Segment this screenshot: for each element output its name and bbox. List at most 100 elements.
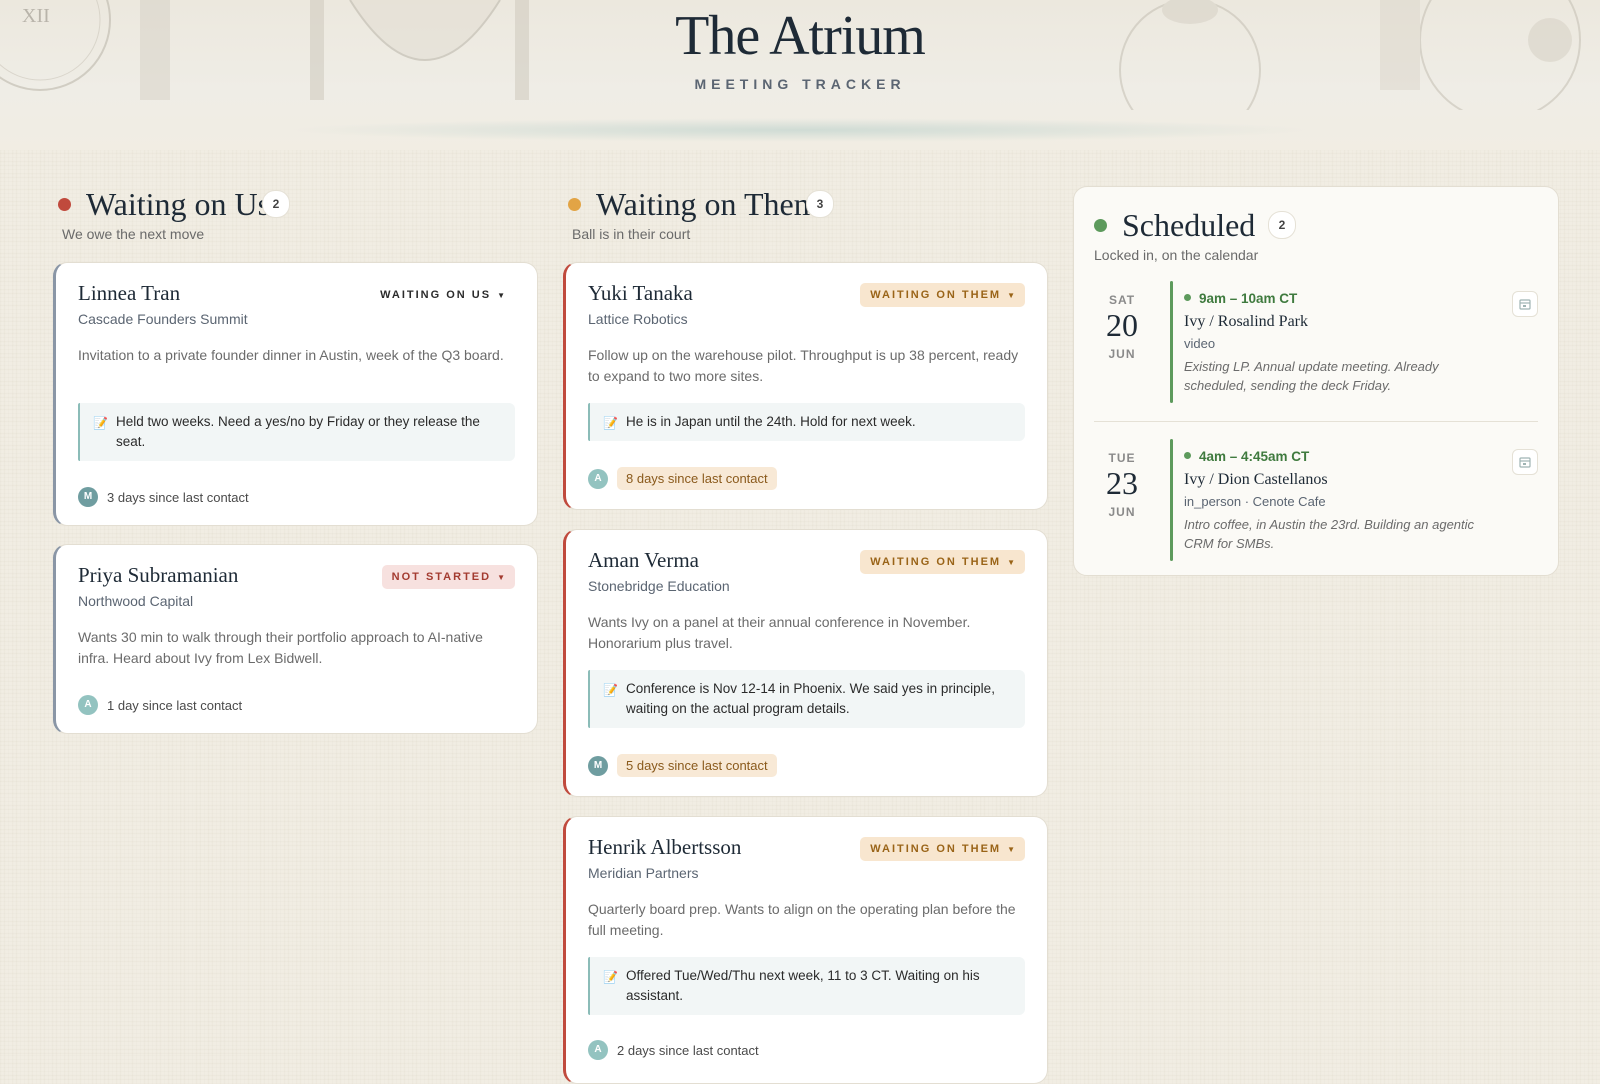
calendar-icon[interactable]: [1512, 291, 1538, 317]
caret-down-icon: ▼: [1007, 558, 1015, 567]
note-text: He is in Japan until the 24th. Hold for …: [626, 414, 916, 429]
avatar: A: [588, 468, 608, 489]
caret-down-icon: ▼: [497, 573, 505, 582]
card-yuki-tanaka[interactable]: Yuki Tanaka Lattice Robotics WAITING ON …: [563, 262, 1048, 510]
header-haze: [280, 118, 1320, 142]
time-dot: [1184, 451, 1191, 459]
contact-name: Linnea Tran: [78, 281, 181, 305]
event-divider: [1094, 421, 1538, 422]
event-time-label: 4am – 4:45am CT: [1199, 449, 1310, 464]
avatar: M: [588, 755, 608, 776]
event-dion-castellanos[interactable]: TUE 23 JUN 4am – 4:45am CT Ivy / Dion Ca…: [1074, 439, 1560, 589]
card-note: 📝 Held two weeks. Need a yes/no by Friday…: [78, 403, 515, 461]
avatar: M: [78, 487, 98, 507]
avatar: A: [78, 695, 98, 715]
status-label: WAITING ON US: [380, 289, 492, 301]
contact-name: Henrik Albertsson: [588, 835, 742, 859]
card-footer: A 8 days since last contact: [588, 467, 777, 490]
event-time-label: 9am – 10am CT: [1199, 291, 1298, 306]
card-description: Invitation to a private founder dinner i…: [78, 347, 504, 363]
card-description: Wants Ivy on a panel at their annual con…: [588, 614, 971, 651]
card-note: 📝 Offered Tue/Wed/Thu next week, 11 to 3 …: [588, 957, 1025, 1015]
card-description: Follow up on the warehouse pilot. Throug…: [588, 347, 1019, 384]
status-dot: [58, 198, 71, 211]
status-dropdown[interactable]: WAITING ON THEM ▼: [860, 283, 1025, 307]
memo-icon: 📝: [93, 416, 108, 430]
last-contact: 2 days since last contact: [617, 1042, 759, 1058]
contact-name: Aman Verma: [588, 548, 699, 572]
event-mode: in_person · Cenote Cafe: [1184, 494, 1326, 509]
card-footer: A 2 days since last contact: [588, 1040, 759, 1060]
event-rosalind-park[interactable]: SAT 20 JUN 9am – 10am CT Ivy / Rosalind …: [1074, 281, 1560, 431]
event-attendees: Ivy / Dion Castellanos: [1184, 471, 1328, 488]
memo-icon: 📝: [603, 683, 618, 697]
column-description: We owe the next move: [62, 226, 205, 242]
contact-name: Yuki Tanaka: [588, 281, 693, 305]
avatar: A: [588, 1040, 608, 1060]
contact-company: Cascade Founders Summit: [78, 311, 248, 327]
status-label: WAITING ON THEM: [870, 556, 1002, 568]
column-title: Waiting on Them: [596, 186, 819, 222]
app-subtitle: MEETING TRACKER: [694, 76, 906, 92]
note-text: Held two weeks. Need a yes/no by Friday …: [116, 414, 480, 449]
status-dropdown[interactable]: NOT STARTED ▼: [381, 565, 515, 589]
event-month: JUN: [1108, 347, 1136, 361]
count-badge: 2: [1268, 211, 1296, 239]
last-contact: 5 days since last contact: [617, 754, 777, 777]
column-header-scheduled: Scheduled 2 Locked in, on the calendar: [1094, 207, 1534, 267]
status-dropdown[interactable]: WAITING ON THEM ▼: [860, 550, 1025, 574]
card-henrik-albertsson[interactable]: Henrik Albertsson Meridian Partners WAIT…: [563, 816, 1048, 1084]
event-rail: [1170, 281, 1173, 403]
card-note: 📝 Conference is Nov 12-14 in Phoenix. We …: [588, 670, 1025, 728]
card-description: Wants 30 min to walk through their portf…: [78, 629, 483, 666]
contact-company: Stonebridge Education: [588, 578, 730, 594]
event-month: JUN: [1108, 505, 1136, 519]
status-dropdown[interactable]: WAITING ON THEM ▼: [860, 837, 1025, 861]
event-time: 4am – 4:45am CT: [1184, 449, 1309, 464]
memo-icon: 📝: [603, 416, 618, 430]
caret-down-icon: ▼: [497, 291, 505, 300]
card-aman-verma[interactable]: Aman Verma Stonebridge Education WAITING…: [563, 529, 1048, 797]
event-time: 9am – 10am CT: [1184, 291, 1297, 306]
column-title: Scheduled: [1122, 207, 1256, 243]
card-footer: M 3 days since last contact: [78, 487, 249, 507]
note-text: Conference is Nov 12-14 in Phoenix. We s…: [626, 681, 995, 716]
card-description: Quarterly board prep. Wants to align on …: [588, 901, 1016, 938]
status-label: WAITING ON THEM: [870, 843, 1002, 855]
event-day: 23: [1106, 465, 1138, 501]
event-rail: [1170, 439, 1173, 561]
card-linnea-tran[interactable]: Linnea Tran Cascade Founders Summit WAIT…: [53, 262, 538, 526]
card-priya-subramanian[interactable]: Priya Subramanian Northwood Capital NOT …: [53, 544, 538, 734]
card-note: 📝 He is in Japan until the 24th. Hold for…: [588, 403, 1025, 441]
status-label: WAITING ON THEM: [870, 289, 1002, 301]
card-footer: A 1 day since last contact: [78, 695, 242, 715]
event-note: Existing LP. Annual update meeting. Alre…: [1184, 359, 1439, 393]
event-weekday: SAT: [1108, 293, 1136, 307]
last-contact: 1 day since last contact: [107, 697, 243, 713]
status-dot: [568, 198, 581, 211]
memo-icon: 📝: [603, 970, 618, 984]
status-dot: [1094, 219, 1107, 232]
count-badge: 3: [806, 190, 834, 218]
column-description: Ball is in their court: [572, 226, 691, 242]
contact-name: Priya Subramanian: [78, 563, 239, 587]
last-contact: 8 days since last contact: [617, 467, 777, 490]
scheduled-panel: Scheduled 2 Locked in, on the calendar S…: [1073, 186, 1559, 576]
status-dropdown[interactable]: WAITING ON US ▼: [370, 283, 515, 307]
status-label: NOT STARTED: [391, 571, 492, 583]
calendar-icon[interactable]: [1512, 449, 1538, 475]
event-attendees: Ivy / Rosalind Park: [1184, 313, 1308, 330]
event-note: Intro coffee, in Austin the 23rd. Buildi…: [1184, 517, 1475, 551]
contact-company: Meridian Partners: [588, 865, 699, 881]
card-footer: M 5 days since last contact: [588, 754, 777, 777]
note-text: Offered Tue/Wed/Thu next week, 11 to 3 C…: [626, 968, 980, 1003]
column-description: Locked in, on the calendar: [1094, 247, 1259, 263]
page-header: XII The Atrium MEETING TRACKER: [0, 0, 1600, 150]
count-badge: 2: [262, 190, 290, 218]
caret-down-icon: ▼: [1007, 845, 1015, 854]
column-title: Waiting on Us: [86, 186, 271, 222]
caret-down-icon: ▼: [1007, 291, 1015, 300]
event-day: 20: [1106, 307, 1138, 343]
column-header-waiting-on-them: Waiting on Them 3 Ball is in their court: [568, 186, 1038, 246]
contact-company: Lattice Robotics: [588, 311, 688, 327]
